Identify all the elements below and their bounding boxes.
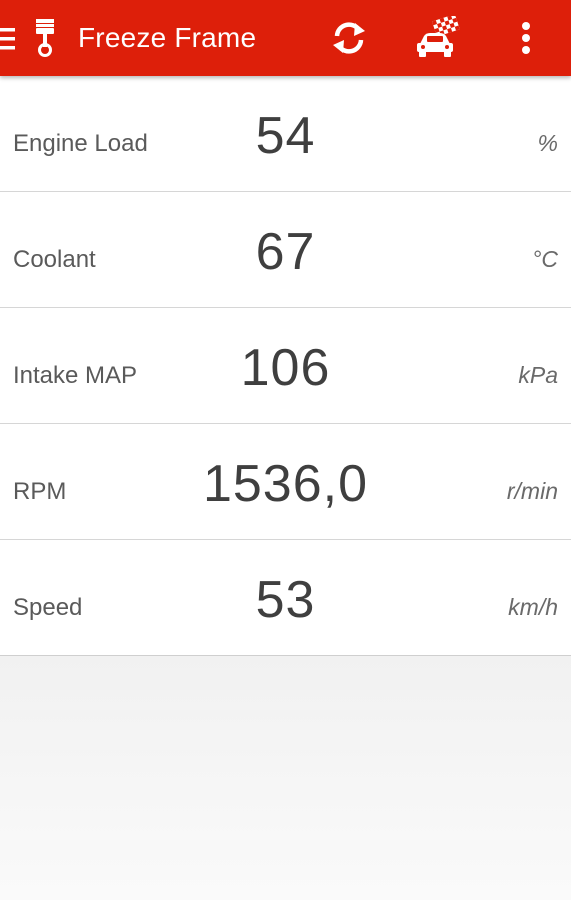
refresh-icon[interactable] xyxy=(328,17,370,59)
menu-icon[interactable] xyxy=(0,22,18,56)
row-unit: kPa xyxy=(518,362,558,388)
row-unit: r/min xyxy=(506,478,558,504)
row-value: 106 xyxy=(240,339,331,397)
more-vert-icon[interactable] xyxy=(512,18,540,58)
list-item-rpm[interactable]: RPM 1536,0 r/min xyxy=(0,424,571,540)
list-item-coolant[interactable]: Coolant 67 °C xyxy=(0,192,571,308)
piston-icon xyxy=(32,18,58,58)
row-value: 1536,0 xyxy=(202,455,369,513)
row-value: 54 xyxy=(255,107,316,165)
list-item-speed[interactable]: Speed 53 km/h xyxy=(0,540,571,655)
page-title: Freeze Frame xyxy=(78,22,257,53)
list-item-engine-load[interactable]: Engine Load 54 % xyxy=(0,76,571,192)
row-value: 67 xyxy=(255,223,316,281)
race-car-flag-icon[interactable] xyxy=(414,16,462,60)
app-bar: Freeze Frame xyxy=(0,0,571,76)
row-unit: km/h xyxy=(508,594,558,620)
freeze-frame-list: Engine Load 54 % Coolant 67 °C Intake MA… xyxy=(0,76,571,656)
empty-background xyxy=(0,656,571,900)
row-unit: % xyxy=(537,130,558,156)
list-item-intake-map[interactable]: Intake MAP 106 kPa xyxy=(0,308,571,424)
row-value: 53 xyxy=(255,571,316,629)
row-unit: °C xyxy=(532,246,558,272)
